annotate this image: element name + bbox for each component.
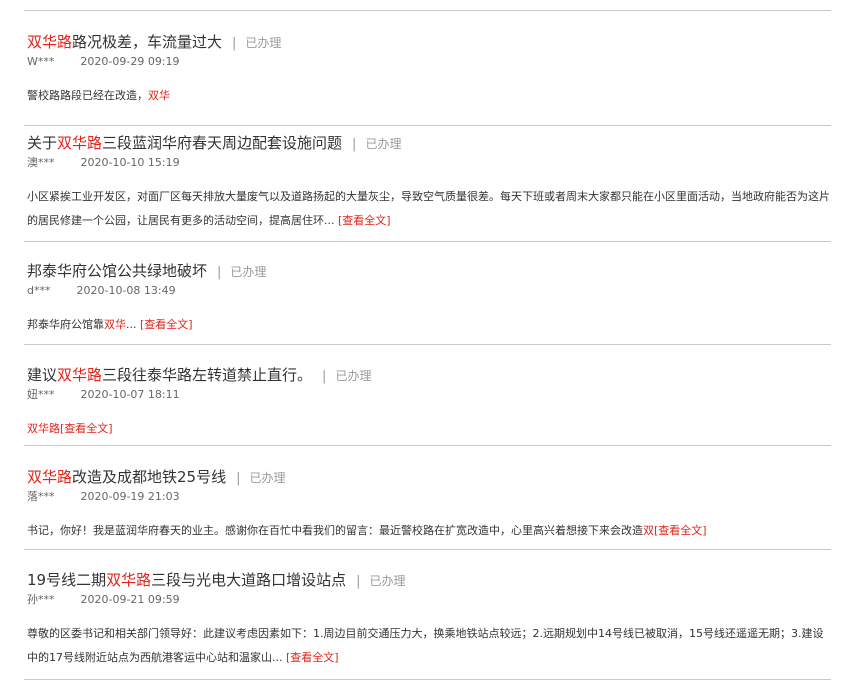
status-badge: 已办理	[245, 36, 282, 50]
separator: |	[232, 36, 237, 51]
item-excerpt: 双华路[查看全文]	[27, 422, 113, 435]
item-title-row[interactable]: 建议双华路三段往泰华路左转道禁止直行。 | 已办理	[27, 363, 827, 387]
timestamp: 2020-10-07 18:11	[80, 388, 180, 401]
item-title-row[interactable]: 邦泰华府公馆公共绿地破坏 | 已办理	[27, 259, 827, 283]
list-item: 双华路改造及成都地铁25号线 | 已办理 落*** 2020-09-19 21:03 …	[27, 465, 827, 543]
status-badge: 已办理	[365, 137, 402, 151]
item-title-row[interactable]: 双华路路况极差，车流量过大 | 已办理	[27, 30, 827, 54]
list-item: 邦泰华府公馆公共绿地破坏 | 已办理 d*** 2020-10-08 13:49 邦泰…	[27, 259, 827, 337]
divider	[24, 241, 831, 242]
separator: |	[352, 137, 357, 152]
read-more-link[interactable]: [查看全文]	[286, 651, 339, 664]
timestamp: 2020-09-29 09:19	[80, 55, 180, 68]
item-title-row[interactable]: 双华路改造及成都地铁25号线 | 已办理	[27, 465, 827, 489]
status-badge: 已办理	[335, 369, 372, 383]
item-title[interactable]: 邦泰华府公馆公共绿地破坏	[27, 262, 207, 280]
list-item: 19号线二期双华路三段与光电大道路口增设站点 | 已办理 孙*** 2020-09-2…	[27, 568, 827, 670]
read-more-link[interactable]: [查看全文]	[654, 524, 707, 537]
status-badge: 已办理	[249, 471, 286, 485]
item-excerpt: 尊敬的区委书记和相关部门领导好：此建议考虑因素如下：1.周边目前交通压力大，换乘…	[27, 627, 824, 664]
separator: |	[217, 265, 222, 280]
item-excerpt: 警校路路段已经在改造，双华	[27, 89, 170, 102]
list-item: 建议双华路三段往泰华路左转道禁止直行。 | 已办理 妞*** 2020-10-07 1…	[27, 363, 827, 441]
list-item: 双华路路况极差，车流量过大 | 已办理 W*** 2020-09-29 09:19 警…	[27, 30, 827, 108]
item-excerpt: 书记，你好！我是蓝润华府春天的业主。感谢你在百忙中看我们的留言：最近警校路在扩宽…	[27, 524, 707, 537]
divider	[24, 445, 831, 446]
divider	[24, 125, 831, 126]
item-meta: 妞*** 2020-10-07 18:11	[27, 388, 827, 402]
read-more-link[interactable]: [查看全文]	[60, 422, 113, 435]
item-title[interactable]: 19号线二期双华路三段与光电大道路口增设站点	[27, 571, 346, 589]
item-meta: 澳*** 2020-10-10 15:19	[27, 156, 827, 170]
item-title-row[interactable]: 19号线二期双华路三段与光电大道路口增设站点 | 已办理	[27, 568, 827, 592]
item-title[interactable]: 双华路路况极差，车流量过大	[27, 33, 222, 51]
suggestion-list: 双华路路况极差，车流量过大 | 已办理 W*** 2020-09-29 09:19 警…	[0, 0, 868, 683]
item-excerpt: 小区紧挨工业开发区，对面厂区每天排放大量废气以及道路扬起的大量灰尘，导致空气质量…	[27, 190, 830, 227]
divider	[24, 679, 831, 680]
divider	[24, 10, 831, 11]
item-title[interactable]: 双华路改造及成都地铁25号线	[27, 468, 226, 486]
separator: |	[356, 574, 361, 589]
author: 落***	[27, 490, 55, 503]
item-meta: 孙*** 2020-09-21 09:59	[27, 593, 827, 607]
author: d***	[27, 284, 51, 297]
author: 妞***	[27, 388, 55, 401]
item-excerpt: 邦泰华府公馆靠双华... [查看全文]	[27, 318, 193, 331]
separator: |	[322, 369, 327, 384]
item-meta: d*** 2020-10-08 13:49	[27, 284, 827, 298]
read-more-link[interactable]: [查看全文]	[140, 318, 193, 331]
status-badge: 已办理	[230, 265, 267, 279]
separator: |	[236, 471, 241, 486]
timestamp: 2020-10-10 15:19	[80, 156, 180, 169]
status-badge: 已办理	[369, 574, 406, 588]
timestamp: 2020-09-19 21:03	[80, 490, 180, 503]
item-meta: 落*** 2020-09-19 21:03	[27, 490, 827, 504]
author: 澳***	[27, 156, 55, 169]
divider	[24, 549, 831, 550]
item-title[interactable]: 建议双华路三段往泰华路左转道禁止直行。	[27, 366, 312, 384]
item-meta: W*** 2020-09-29 09:19	[27, 55, 827, 69]
item-title[interactable]: 关于双华路三段蓝润华府春天周边配套设施问题	[27, 134, 342, 152]
divider	[24, 344, 831, 345]
list-item: 关于双华路三段蓝润华府春天周边配套设施问题 | 已办理 澳*** 2020-10-10…	[27, 131, 830, 233]
timestamp: 2020-09-21 09:59	[80, 593, 180, 606]
timestamp: 2020-10-08 13:49	[76, 284, 176, 297]
author: W***	[27, 55, 55, 68]
item-title-row[interactable]: 关于双华路三段蓝润华府春天周边配套设施问题 | 已办理	[27, 131, 827, 155]
read-more-link[interactable]: [查看全文]	[338, 214, 391, 227]
author: 孙***	[27, 593, 55, 606]
